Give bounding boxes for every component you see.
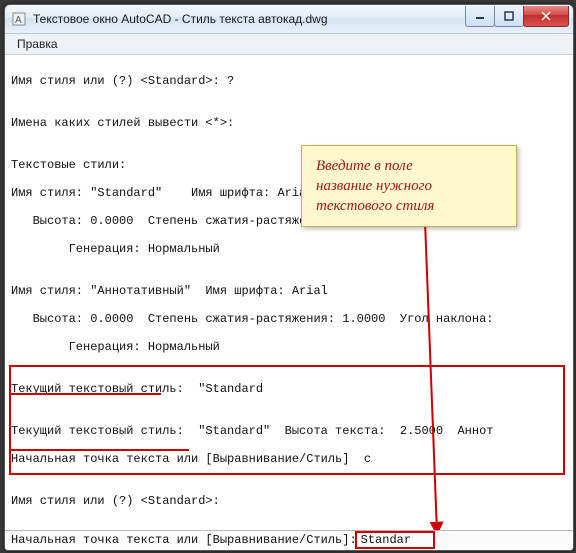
callout-line: название нужного bbox=[316, 176, 502, 196]
titlebar: A Текстовое окно AutoCAD - Стиль текста … bbox=[5, 5, 573, 34]
callout-line: текстового стиля bbox=[316, 196, 502, 216]
maximize-button[interactable] bbox=[494, 6, 524, 27]
close-button[interactable] bbox=[523, 6, 569, 27]
console-line: Генерация: Нормальный bbox=[11, 242, 567, 256]
console-line: Имя стиля или (?) <Standard>: ? bbox=[11, 74, 567, 88]
menubar: Правка bbox=[5, 34, 573, 55]
svg-text:A: A bbox=[15, 15, 22, 26]
app-icon: A bbox=[11, 11, 27, 27]
menu-edit[interactable]: Правка bbox=[11, 36, 64, 52]
autocad-text-window: A Текстовое окно AutoCAD - Стиль текста … bbox=[4, 4, 574, 551]
window-buttons bbox=[466, 6, 569, 26]
console-line: Имя стиля: "Аннотативный" Имя шрифта: Ar… bbox=[11, 284, 567, 298]
console-line: Текущий текстовый стиль: "Standard bbox=[11, 382, 567, 396]
console-text[interactable]: Имя стиля или (?) <Standard>: ? Имена ка… bbox=[5, 55, 573, 530]
close-icon bbox=[540, 11, 552, 21]
window-title: Текстовое окно AutoCAD - Стиль текста ав… bbox=[33, 12, 466, 26]
console-line: Генерация: Нормальный bbox=[11, 340, 567, 354]
console-line: Имена каких стилей вывести <*>: bbox=[11, 116, 567, 130]
command-prompt: Начальная точка текста или [Выравнивание… bbox=[11, 533, 357, 547]
command-input-highlight bbox=[357, 533, 433, 547]
console-line: Имя стиля или (?) <Standard>: bbox=[11, 494, 567, 508]
instruction-callout: Введите в поле название нужного текстово… bbox=[301, 145, 517, 227]
command-input[interactable] bbox=[359, 533, 433, 547]
console-line: Высота: 0.0000 Степень сжатия-растяжения… bbox=[11, 312, 567, 326]
console-area: Имя стиля или (?) <Standard>: ? Имена ка… bbox=[5, 55, 573, 530]
callout-line: Введите в поле bbox=[316, 156, 502, 176]
console-line: Начальная точка текста или [Выравнивание… bbox=[11, 452, 567, 466]
minimize-button[interactable] bbox=[465, 6, 495, 27]
maximize-icon bbox=[504, 11, 514, 21]
console-line: Текущий текстовый стиль: "Standard" Высо… bbox=[11, 424, 567, 438]
minimize-icon bbox=[475, 11, 485, 21]
command-row: Начальная точка текста или [Выравнивание… bbox=[5, 530, 573, 550]
